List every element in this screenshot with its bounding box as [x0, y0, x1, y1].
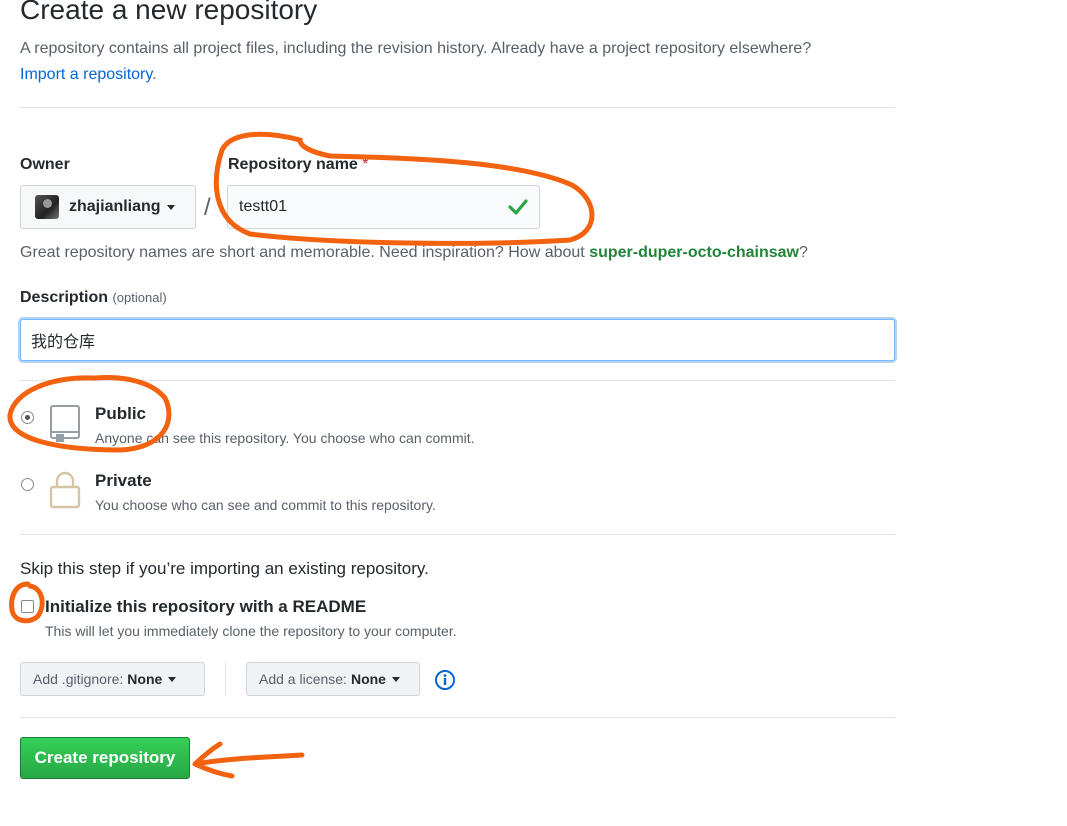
annotation-overlay [7, 131, 595, 779]
owner-label: Owner [20, 156, 70, 173]
license-value: None [350, 671, 386, 687]
import-suffix: . [152, 66, 157, 83]
chevron-down-icon [168, 676, 177, 682]
repository-name-input[interactable] [227, 185, 540, 229]
public-radio[interactable] [21, 411, 34, 424]
private-radio[interactable] [21, 478, 34, 491]
hint-suffix: ? [799, 244, 808, 261]
info-icon[interactable] [434, 669, 456, 691]
readme-checkbox[interactable] [21, 600, 34, 613]
readme-desc: This will let you immediately clone the … [45, 623, 457, 639]
repo-name-hint: Great repository names are short and mem… [20, 244, 808, 262]
owner-dropdown[interactable]: zhajianliang [20, 185, 196, 229]
repo-name-label: Repository name * [228, 156, 369, 174]
required-mark: * [362, 156, 369, 173]
vertical-divider [225, 662, 226, 696]
private-title: Private [95, 471, 152, 490]
divider [20, 107, 895, 108]
gitignore-key: Add .gitignore: [33, 671, 124, 687]
gitignore-dropdown[interactable]: Add .gitignore: None [20, 662, 205, 696]
license-key: Add a license: [259, 671, 347, 687]
repo-name-label-text: Repository name [228, 156, 358, 173]
public-title: Public [95, 404, 147, 423]
avatar [35, 195, 59, 219]
page-subtitle: A repository contains all project files,… [20, 36, 900, 88]
page-title: Create a new repository [20, 0, 318, 25]
license-dropdown[interactable]: Add a license: None [246, 662, 420, 696]
description-label-text: Description [20, 289, 109, 306]
description-label: Description (optional) [20, 289, 167, 307]
name-suggestion[interactable]: super-duper-octo-chainsaw [589, 244, 799, 261]
create-repository-button[interactable]: Create repository [20, 737, 190, 779]
private-desc: You choose who can see and commit to thi… [95, 497, 436, 513]
skip-step-text: Skip this step if you’re importing an ex… [20, 559, 429, 578]
lock-icon [49, 471, 81, 509]
owner-name: zhajianliang [69, 198, 161, 215]
optional-tag: (optional) [112, 290, 167, 305]
chevron-down-icon [391, 676, 400, 682]
import-repository-link[interactable]: Import a repository [20, 66, 152, 83]
annotation-arrow [192, 741, 305, 779]
check-icon [508, 199, 528, 215]
divider [20, 534, 895, 535]
readme-label[interactable]: Initialize this repository with a README [45, 597, 366, 617]
description-input[interactable] [20, 319, 895, 361]
divider [20, 717, 895, 718]
public-desc: Anyone can see this repository. You choo… [95, 430, 475, 446]
divider [20, 380, 895, 381]
owner-repo-separator: / [204, 194, 211, 221]
repo-book-icon [50, 405, 80, 442]
gitignore-value: None [127, 671, 163, 687]
subtitle-text: A repository contains all project files,… [20, 40, 812, 57]
hint-text: Great repository names are short and mem… [20, 244, 585, 261]
chevron-down-icon [166, 204, 175, 210]
